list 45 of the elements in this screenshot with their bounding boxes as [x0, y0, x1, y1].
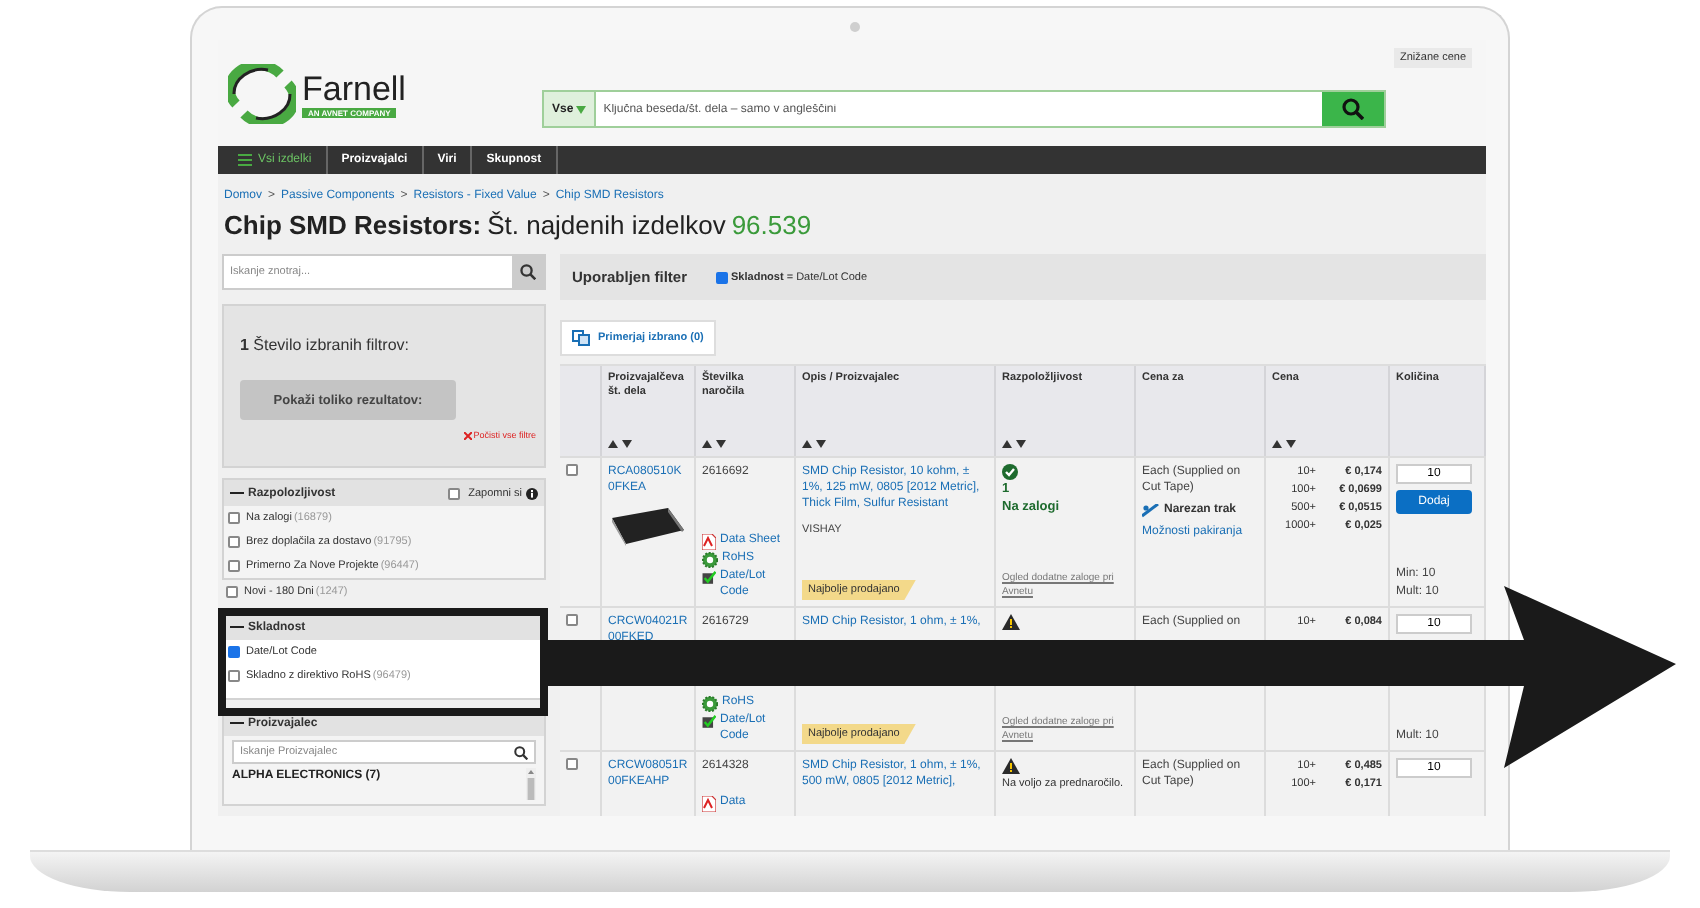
info-icon [526, 487, 538, 499]
gear-icon [702, 552, 718, 568]
filter-checkbox[interactable] [228, 536, 240, 548]
row-checkbox[interactable] [566, 614, 578, 626]
sort-icon[interactable] [1002, 440, 1026, 448]
close-icon [463, 432, 472, 440]
warning-icon [1002, 614, 1020, 630]
remember-checkbox[interactable] [448, 487, 461, 499]
search-icon [1342, 98, 1364, 120]
caret-icon [575, 105, 586, 113]
filter-count-text: 1 Število izbranih filtrov: [240, 336, 411, 356]
filter-checkbox[interactable] [228, 670, 240, 682]
search-icon [514, 745, 528, 759]
row-checkbox[interactable] [566, 464, 578, 476]
gear-icon [702, 696, 718, 712]
sort-icon[interactable] [608, 440, 632, 448]
check-icon [702, 714, 717, 730]
filter-checkbox[interactable] [226, 586, 238, 598]
chip-resistor-drawing [608, 506, 688, 546]
search-button[interactable] [512, 256, 544, 288]
pdf-icon [702, 534, 716, 550]
result-label: Št. najdenih izdelkov [487, 210, 726, 242]
scrollbar[interactable] [526, 768, 536, 800]
sort-icon[interactable] [802, 440, 826, 448]
result-count: 96.539 [731, 210, 812, 242]
page-title: Chip SMD Resistors: [224, 210, 482, 242]
sort-icon[interactable] [1272, 440, 1296, 448]
sort-icon[interactable] [702, 440, 726, 448]
pdf-icon [702, 796, 716, 812]
logo-wordmark: Farnell [302, 71, 406, 107]
warning-icon [1002, 758, 1020, 774]
menu-icon [238, 154, 252, 166]
filter-checkbox[interactable] [228, 646, 240, 658]
filter-checkbox[interactable] [228, 512, 240, 524]
check-icon [702, 570, 717, 586]
search-icon [520, 264, 536, 280]
search-button[interactable] [1322, 92, 1384, 126]
row-checkbox[interactable] [566, 758, 578, 770]
check-circle-icon [1002, 464, 1018, 480]
logo-icon [228, 64, 296, 124]
camera-dot [850, 22, 860, 32]
compare-icon [572, 330, 590, 346]
tape-icon [1142, 503, 1160, 517]
applied-filter-checkbox[interactable] [715, 271, 728, 283]
filter-checkbox[interactable] [228, 560, 240, 572]
